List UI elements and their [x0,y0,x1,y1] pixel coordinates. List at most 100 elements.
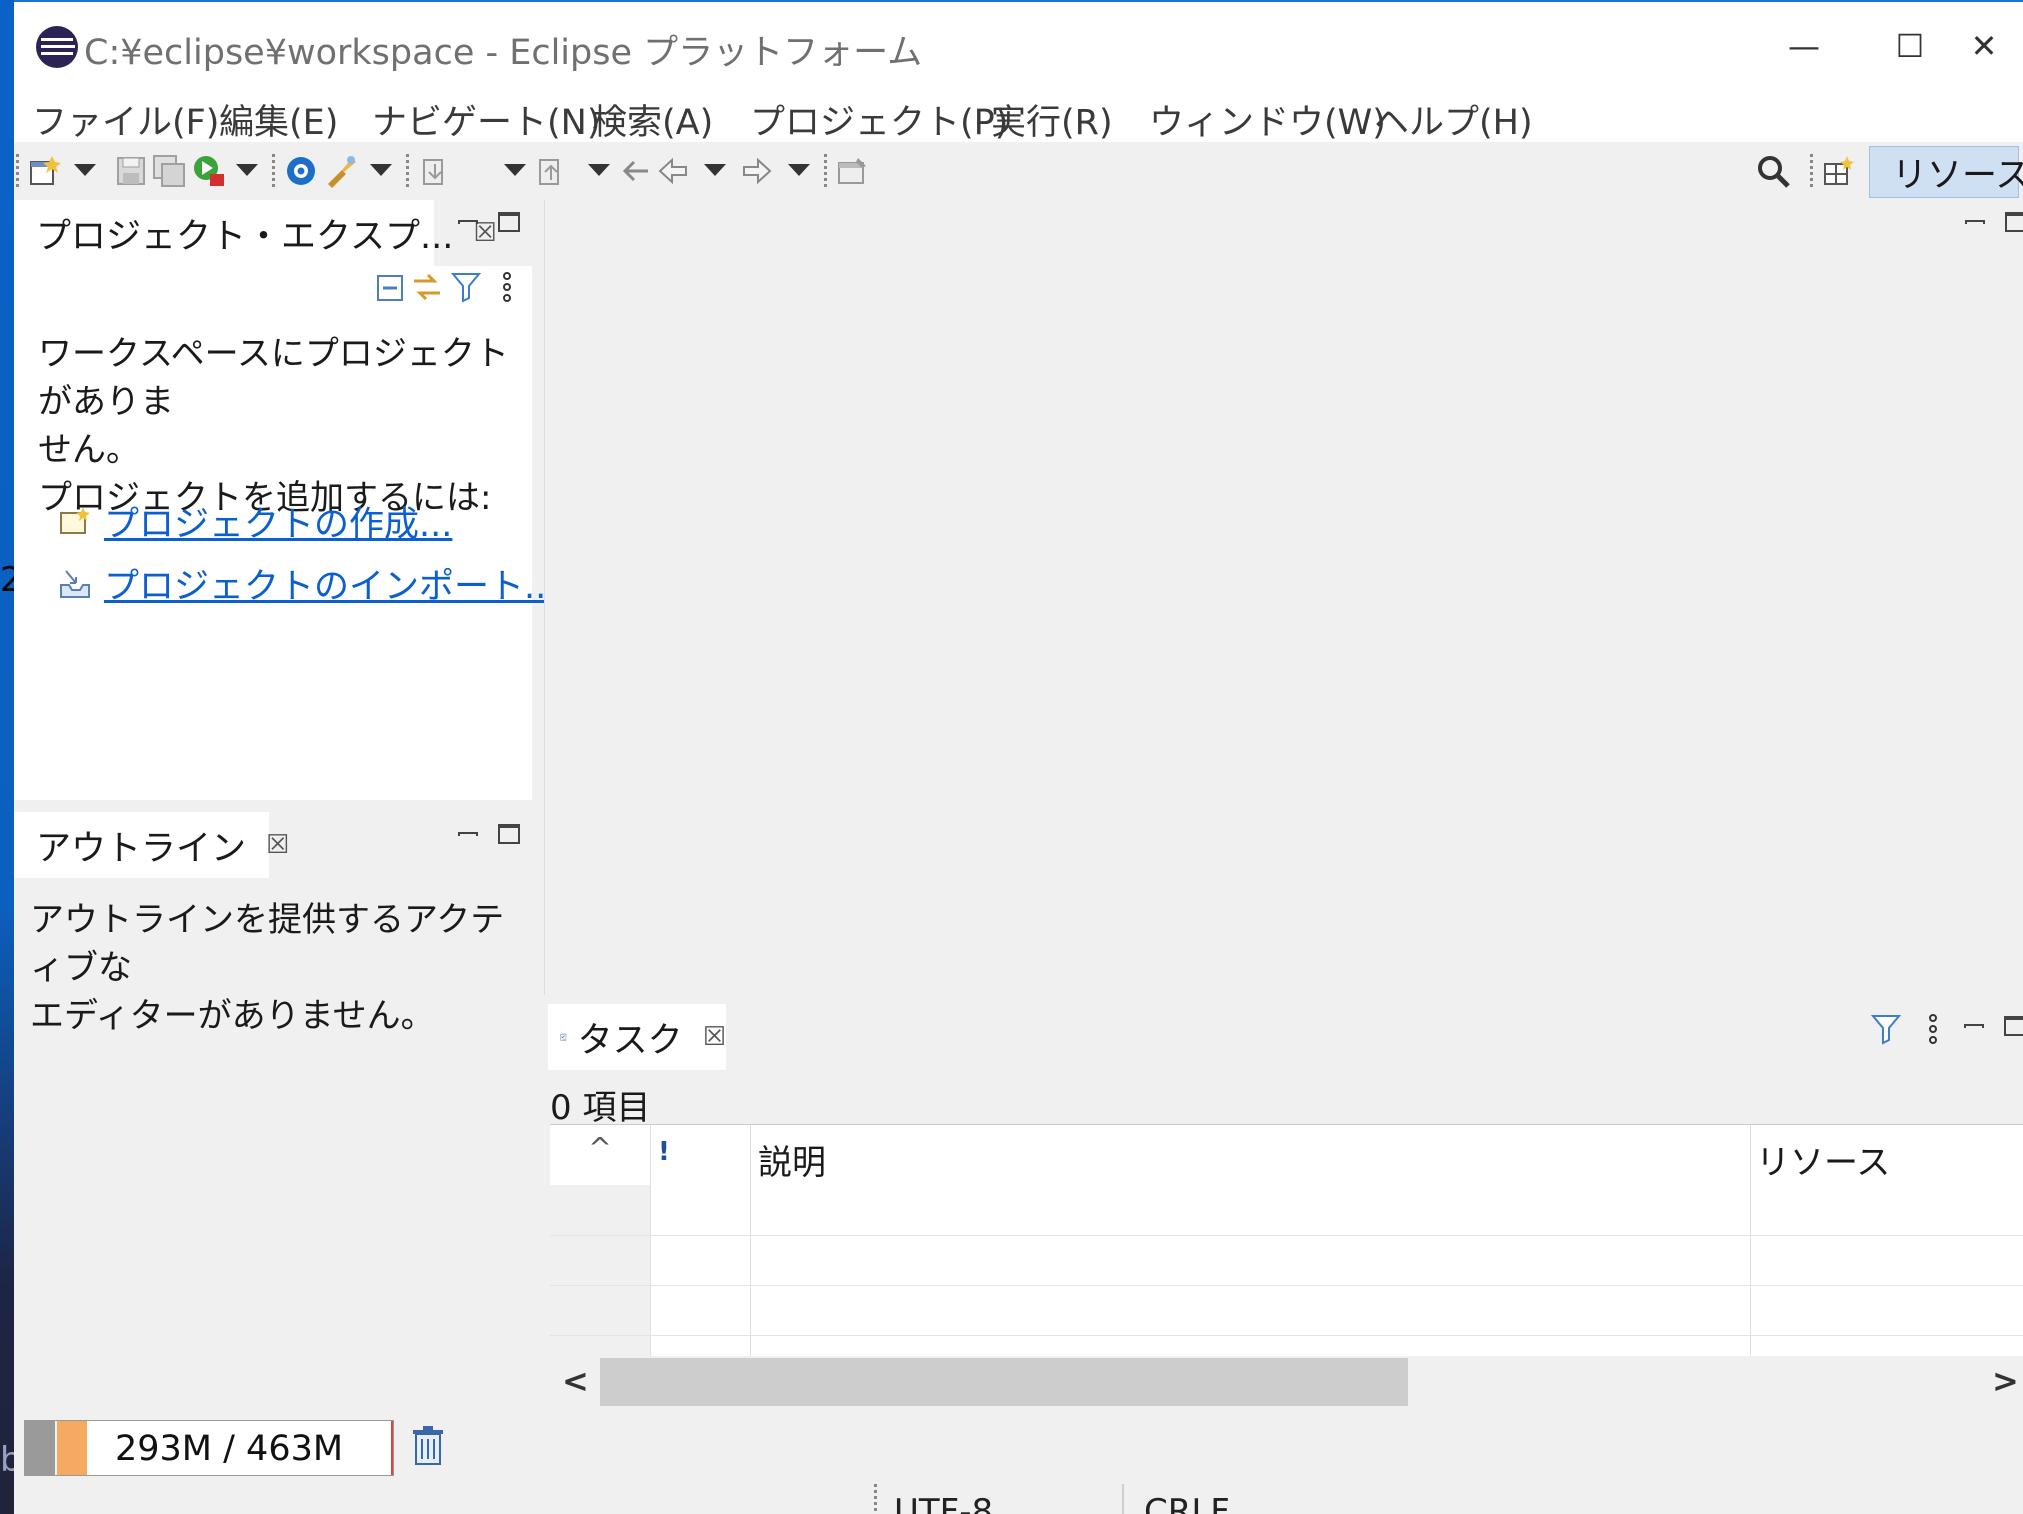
open-perspective-icon[interactable] [1822,154,1856,188]
run-debug-icon[interactable] [192,154,226,188]
heap-usage-bar [25,1421,87,1475]
editor-min-max [1965,212,2023,232]
import-project-link-row[interactable]: プロジェクトのインポート... [58,558,557,609]
toolbar-separator [406,154,409,190]
garbage-collect-trash-icon[interactable] [406,1420,450,1476]
external-tools-dropdown-icon[interactable] [370,164,392,176]
close-window-button[interactable]: ✕ [1946,16,2022,76]
tasks-table[interactable]: ^ ! 説明 リソース [550,1124,2023,1363]
minimize-view-icon[interactable] [458,220,478,224]
new-icon[interactable] [28,154,62,188]
tab-label: プロジェクト・エクスプ... [36,216,454,257]
forward-dropdown-icon[interactable] [788,164,810,176]
view-menu-icon[interactable] [500,270,514,304]
editor-area[interactable] [544,200,2023,995]
collapse-all-icon[interactable] [374,272,406,304]
scroll-left-icon[interactable]: < [562,1362,589,1400]
save-all-icon[interactable] [152,154,186,188]
status-separator [1122,1484,1124,1514]
no-projects-message: ワークスペースにプロジェクトがありま せん。 プロジェクトを追加するには: [38,334,509,518]
minimize-view-icon[interactable] [1965,220,1985,224]
scroll-right-icon[interactable]: > [1992,1362,2019,1400]
import-project-link[interactable]: プロジェクトのインポート... [104,558,557,609]
tab-project-explorer[interactable]: プロジェクト・エクスプ... ☒ [14,200,497,266]
toolbar-separator [272,154,275,190]
tab-label: アウトライン [36,828,247,869]
toolbar-separator [824,154,827,190]
maximize-view-icon[interactable] [2004,1016,2023,1036]
pin-editor-icon[interactable] [836,154,870,188]
perspective-resource-button[interactable]: リソース [1869,146,2023,198]
column-header-description[interactable]: 説明 [750,1125,1750,1185]
create-project-link[interactable]: プロジェクトの作成... [104,496,452,547]
menu-search[interactable]: 検索(A) [592,94,713,145]
no-outline-message: アウトラインを提供するアクティブな エディターがありません。 [30,900,505,1036]
menu-navigate[interactable]: ナビゲート(N) [372,94,601,145]
eclipse-window: C:¥eclipse¥workspace - Eclipse プラットフォーム … [14,0,2023,1514]
back-dropdown-icon[interactable] [704,164,726,176]
external-tools-icon[interactable] [324,154,358,188]
filter-icon[interactable] [450,270,482,304]
forward-arrow-icon[interactable] [740,154,774,188]
link-with-editor-icon[interactable] [410,270,444,304]
back-arrow-icon[interactable] [656,154,690,188]
new-dropdown-icon[interactable] [74,164,96,176]
table-row-divider [550,1285,2023,1286]
menu-project[interactable]: プロジェクト(P) [750,94,1008,145]
menu-window[interactable]: ウィンドウ(W) [1149,94,1386,145]
close-tab-icon[interactable]: ☒ [703,1022,726,1052]
column-header-sort[interactable]: ^ [550,1125,650,1185]
line-delimiter-indicator[interactable]: CRLF [1144,1492,1230,1514]
menu-file[interactable]: ファイル(F) [32,94,219,145]
previous-annotation-dropdown-icon[interactable] [588,164,610,176]
scrollbar-thumb[interactable] [600,1358,1408,1406]
tab-outline[interactable]: アウトライン ☒ [14,812,289,878]
minimize-view-icon[interactable] [1964,1024,1984,1028]
main-toolbar [14,142,2023,200]
toolbar-grip[interactable] [16,154,19,190]
menu-edit[interactable]: 編集(E) [219,94,338,145]
eclipse-logo-icon [36,26,78,68]
menu-help[interactable]: ヘルプ(H) [1374,94,1533,145]
tasks-tabstrip: タスク ☒ [548,1004,2023,1070]
next-annotation-icon[interactable] [418,154,452,188]
status-bar: 293M / 463M UTF-8 CRLF [14,1410,2023,1514]
tasks-view: タスク ☒ 0 項目 ^ ! 説明 リソース < > [548,1004,2023,1414]
project-explorer-tabstrip: プロジェクト・エクスプ... ☒ [14,200,532,266]
maximize-view-icon[interactable] [498,212,520,232]
heap-status[interactable]: 293M / 463M [24,1420,394,1476]
view-min-max [1964,1016,2023,1036]
previous-annotation-icon[interactable] [534,154,568,188]
column-header-priority[interactable]: ! [650,1125,750,1185]
view-menu-icon[interactable] [1926,1012,1940,1046]
perspective-label: リソース [1892,155,2023,196]
search-icon[interactable] [1754,152,1794,192]
tab-tasks[interactable]: タスク ☒ [548,1004,726,1070]
tasks-icon [560,1033,567,1041]
save-icon[interactable] [114,154,148,188]
maximize-view-icon[interactable] [498,824,520,844]
title-bar[interactable]: C:¥eclipse¥workspace - Eclipse プラットフォーム … [14,0,2023,80]
close-tab-icon[interactable]: ☒ [266,830,289,860]
column-header-resource[interactable]: リソース [1750,1125,2023,1185]
horizontal-scrollbar[interactable]: < > [550,1356,2023,1408]
create-project-link-row[interactable]: プロジェクトの作成... [58,496,452,547]
outline-tabstrip: アウトライン ☒ [14,812,532,878]
encoding-indicator[interactable]: UTF-8 [894,1492,993,1514]
menu-run[interactable]: 実行(R) [991,94,1113,145]
last-edit-location-icon[interactable] [618,154,652,188]
toolbar-separator [1810,154,1813,190]
window-title: C:¥eclipse¥workspace - Eclipse プラットフォーム [84,33,923,73]
next-annotation-dropdown-icon[interactable] [504,164,526,176]
maximize-view-icon[interactable] [2005,212,2023,232]
filter-icon[interactable] [1870,1012,1902,1046]
status-separator [874,1484,877,1514]
heap-usage-text: 293M / 463M [115,1429,344,1469]
menu-bar: ファイル(F) 編集(E) ナビゲート(N) 検索(A) プロジェクト(P) 実… [14,80,2023,145]
minimize-view-icon[interactable] [458,832,478,836]
new-project-icon [60,506,90,534]
run-dropdown-icon[interactable] [236,164,258,176]
table-row-divider [550,1235,2023,1236]
settings-gear-icon[interactable] [284,154,318,188]
heap-max-marker [391,1421,393,1475]
